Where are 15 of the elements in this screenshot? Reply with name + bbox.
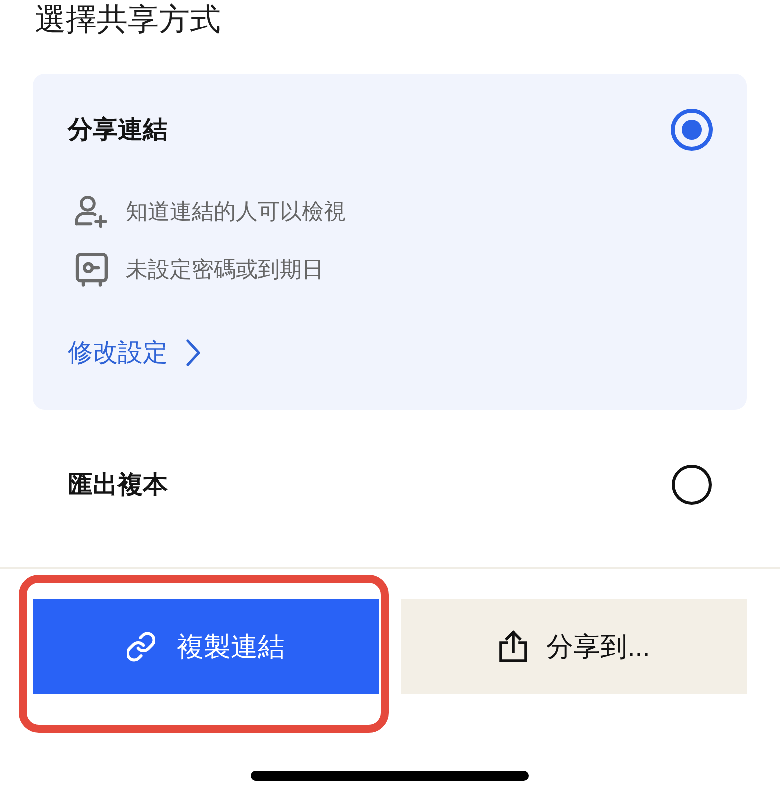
- option-label: 分享連結: [68, 115, 168, 146]
- share-icon: [498, 630, 529, 663]
- copy-link-button[interactable]: 複製連結: [33, 599, 379, 694]
- option-label: 匯出複本: [68, 470, 168, 501]
- radio-button[interactable]: [672, 465, 712, 505]
- chevron-right-icon: [185, 339, 202, 367]
- person-plus-icon: [75, 195, 109, 229]
- edit-settings-link[interactable]: 修改設定: [68, 336, 202, 370]
- option-detail-text: 知道連結的人可以檢視: [126, 198, 346, 226]
- dialog-title: 選擇共享方式: [35, 1, 221, 39]
- share-to-button[interactable]: 分享到...: [401, 599, 747, 694]
- link-icon: [127, 630, 155, 664]
- option-detail-text: 未設定密碼或到期日: [126, 256, 324, 284]
- safe-icon: [75, 253, 109, 287]
- radio-button[interactable]: [671, 109, 713, 151]
